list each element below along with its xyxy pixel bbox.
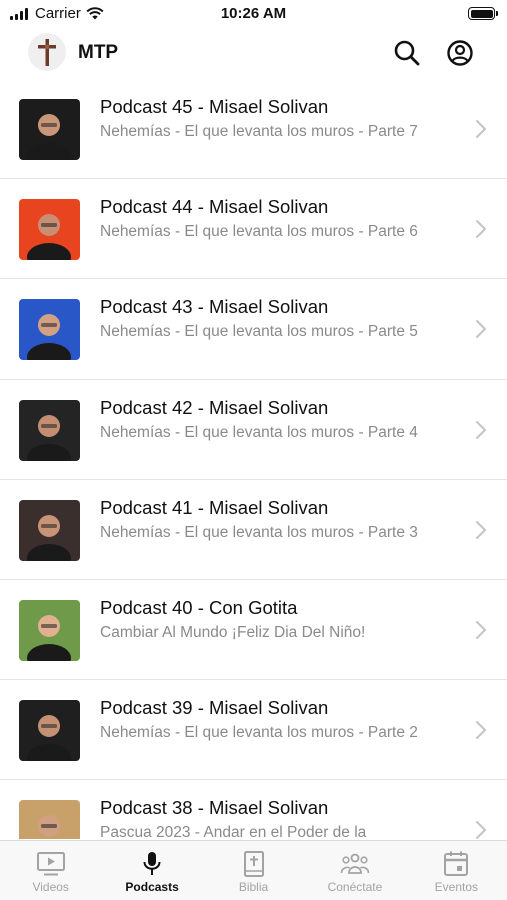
podcast-thumbnail xyxy=(19,700,80,762)
podcast-title: Podcast 38 - Misael Solivan xyxy=(100,797,329,819)
app-header: MTP xyxy=(0,30,507,78)
account-button[interactable] xyxy=(445,38,475,68)
podcast-subtitle: Nehemías - El que levanta los muros - Pa… xyxy=(100,423,418,441)
status-time: 10:26 AM xyxy=(220,5,287,22)
chevron-right-icon xyxy=(476,420,486,439)
podcast-subtitle: Nehemías - El que levanta los muros - Pa… xyxy=(100,123,418,140)
podcast-thumbnail xyxy=(19,800,80,839)
chevron-right-icon xyxy=(476,721,486,740)
bible-icon xyxy=(243,851,264,877)
podcast-list[interactable]: Podcast 45 - Misael Solivan Nehemías - El… xyxy=(0,79,507,839)
video-icon xyxy=(36,852,65,876)
app-logo[interactable] xyxy=(28,33,66,71)
tab-podcasts-label: Podcasts xyxy=(125,880,179,894)
chevron-right-icon xyxy=(476,120,486,138)
podcast-row[interactable]: Podcast 44 - Misael Solivan Nehemías - El… xyxy=(0,179,507,280)
tab-conectate[interactable]: Conéctate xyxy=(304,841,405,900)
tab-videos[interactable]: Videos xyxy=(0,841,101,900)
battery-icon xyxy=(468,7,498,20)
calendar-icon xyxy=(444,851,469,876)
people-icon xyxy=(340,853,370,874)
tab-bar: Videos Podcasts Biblia Conéctate Eventos xyxy=(0,840,507,900)
podcast-subtitle: Pascua 2023 - Andar en el Poder de la xyxy=(100,824,367,839)
podcast-row[interactable]: Podcast 45 - Misael Solivan Nehemías - El… xyxy=(0,79,507,180)
app-title: MTP xyxy=(78,42,119,63)
podcast-subtitle: Cambiar Al Mundo ¡Feliz Dia Del Niño! xyxy=(100,623,366,641)
chevron-right-icon xyxy=(476,520,486,539)
podcast-row[interactable]: Podcast 42 - Misael Solivan Nehemías - El… xyxy=(0,379,507,480)
podcast-title: Podcast 43 - Misael Solivan xyxy=(100,296,329,318)
search-icon xyxy=(394,40,420,66)
tab-conectate-label: Conéctate xyxy=(327,880,383,894)
podcast-title: Podcast 39 - Misael Solivan xyxy=(100,697,329,719)
podcast-row[interactable]: Podcast 43 - Misael Solivan Nehemías - El… xyxy=(0,279,507,380)
podcast-thumbnail xyxy=(19,299,80,361)
podcast-thumbnail xyxy=(19,599,80,661)
tab-eventos-label: Eventos xyxy=(434,880,478,894)
podcast-subtitle: Nehemías - El que levanta los muros - Pa… xyxy=(100,323,418,341)
tab-eventos[interactable]: Eventos xyxy=(406,841,507,900)
podcast-row[interactable]: Podcast 41 - Misael Solivan Nehemías - El… xyxy=(0,479,507,580)
podcast-thumbnail xyxy=(19,399,80,461)
podcast-title: Podcast 41 - Misael Solivan xyxy=(100,496,329,518)
podcast-title: Podcast 42 - Misael Solivan xyxy=(100,396,329,418)
podcast-title: Podcast 44 - Misael Solivan xyxy=(100,196,329,218)
tab-podcasts[interactable]: Podcasts xyxy=(101,841,202,900)
podcast-title: Podcast 40 - Con Gotita xyxy=(100,596,298,618)
podcast-thumbnail xyxy=(19,199,80,261)
podcast-subtitle: Nehemías - El que levanta los muros - Pa… xyxy=(100,523,418,541)
podcast-title: Podcast 45 - Misael Solivan xyxy=(100,96,329,117)
chevron-right-icon xyxy=(476,320,486,339)
podcast-row[interactable]: Podcast 40 - Con Gotita Cambiar Al Mundo … xyxy=(0,579,507,681)
chevron-right-icon xyxy=(476,821,486,839)
cross-logo-icon xyxy=(38,39,56,66)
tab-biblia[interactable]: Biblia xyxy=(203,841,304,900)
tab-biblia-label: Biblia xyxy=(238,880,269,894)
podcast-subtitle: Nehemías - El que levanta los muros - Pa… xyxy=(100,223,418,241)
podcast-row[interactable]: Podcast 39 - Misael Solivan Nehemías - El… xyxy=(0,680,507,781)
microphone-icon xyxy=(143,852,161,875)
podcast-thumbnail xyxy=(19,99,80,160)
podcast-thumbnail xyxy=(19,499,80,561)
chevron-right-icon xyxy=(476,620,486,639)
podcast-subtitle: Nehemías - El que levanta los muros - Pa… xyxy=(100,724,418,742)
chevron-right-icon xyxy=(476,220,486,239)
account-icon xyxy=(447,40,473,66)
podcast-row[interactable]: Podcast 38 - Misael Solivan Pascua 2023 -… xyxy=(0,780,507,839)
tab-videos-label: Videos xyxy=(32,880,69,894)
status-bar: Carrier 10:26 AM xyxy=(0,0,507,30)
search-button[interactable] xyxy=(392,38,422,68)
